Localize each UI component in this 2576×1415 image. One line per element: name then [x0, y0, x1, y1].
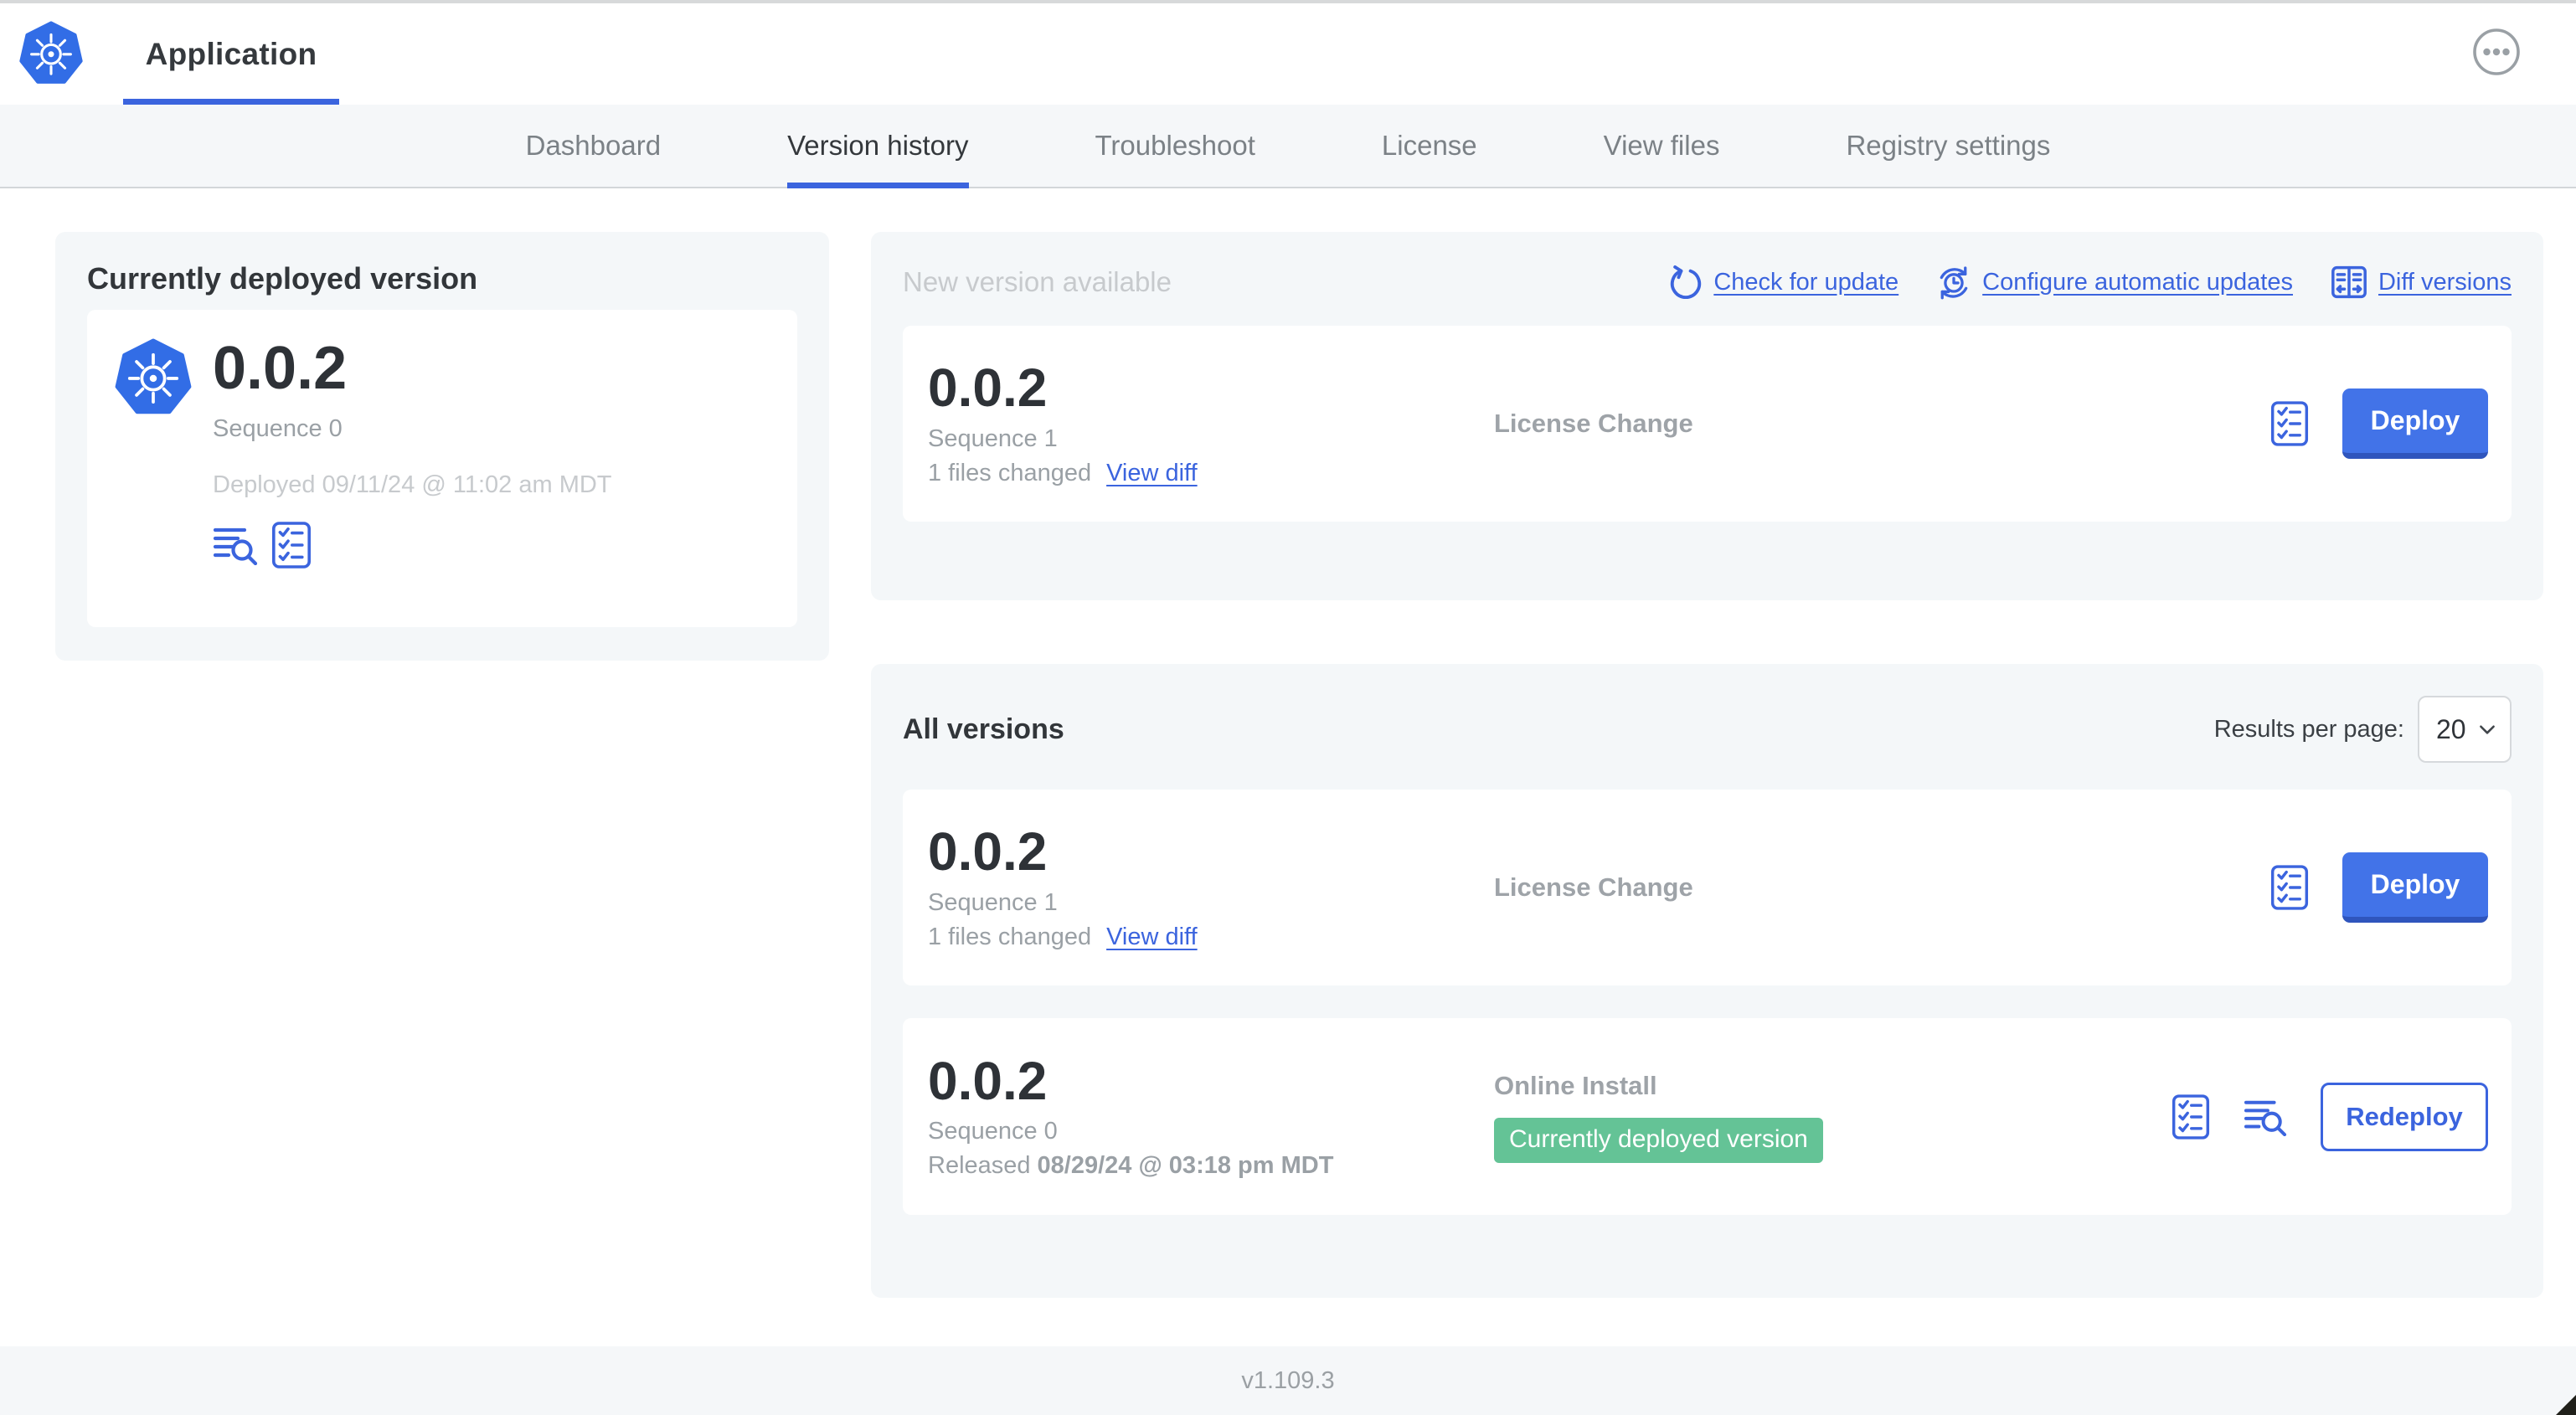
version-number: 0.0.2	[928, 358, 1048, 419]
deployed-version-card: 0.0.2 Sequence 0 Deployed 09/11/24 @ 11:…	[87, 310, 797, 627]
version-source: License Change	[1494, 409, 1693, 438]
preflight-checks-button[interactable]	[2270, 400, 2309, 447]
tab-version-history[interactable]: Version history	[787, 105, 969, 188]
deployed-timestamp: Deployed 09/11/24 @ 11:02 am MDT	[213, 471, 612, 498]
deploy-logs-button[interactable]	[213, 525, 258, 565]
version-sequence: Sequence 0	[928, 1118, 1058, 1145]
kubernetes-app-icon	[114, 338, 193, 417]
preflight-checks-button[interactable]	[271, 521, 312, 569]
redeploy-button[interactable]: Redeploy	[2321, 1082, 2488, 1151]
tab-registry-settings[interactable]: Registry settings	[1846, 105, 2050, 187]
new-version-title: New version available	[903, 266, 1172, 297]
configure-automatic-updates-link[interactable]: Configure automatic updates	[1935, 264, 2293, 301]
deploy-logs-button[interactable]	[2244, 1098, 2287, 1136]
deployed-sequence: Sequence 0	[213, 415, 343, 442]
version-number: 0.0.2	[928, 1050, 1048, 1111]
results-per-page-select[interactable]: 20	[2418, 696, 2512, 763]
files-changed: 1 files changed	[928, 923, 1092, 950]
results-per-page-value: 20	[2436, 713, 2466, 744]
app-tab-active-indicator	[123, 99, 339, 105]
version-source: License Change	[1494, 872, 1693, 902]
auto-update-icon	[1935, 264, 1972, 301]
main-content: Currently deployed version 0.0.2 Sequenc…	[0, 190, 2576, 1346]
currently-deployed-title: Currently deployed version	[87, 261, 478, 296]
deploy-button[interactable]: Deploy	[2342, 388, 2488, 459]
results-per-page-label: Results per page:	[2213, 715, 2404, 743]
version-row: 0.0.2 Sequence 1 1 files changed View di…	[903, 790, 2512, 985]
new-version-card: 0.0.2 Sequence 1 1 files changed View di…	[903, 326, 2512, 522]
app-manager-version: v1.109.3	[1241, 1366, 1335, 1394]
cursor-artifact	[2556, 1395, 2576, 1415]
deploy-button[interactable]: Deploy	[2342, 852, 2488, 923]
deployed-version-number: 0.0.2	[213, 335, 348, 402]
app-subnav: Dashboard Version history Troubleshoot L…	[0, 105, 2576, 188]
tab-view-files[interactable]: View files	[1604, 105, 1720, 187]
version-sequence: Sequence 1	[928, 888, 1058, 916]
released-timestamp: 08/29/24 @ 03:18 pm MDT	[1037, 1152, 1334, 1180]
currently-deployed-badge: Currently deployed version	[1494, 1117, 1823, 1163]
overflow-menu-button[interactable]	[2472, 28, 2521, 76]
all-versions-title: All versions	[903, 713, 1064, 745]
check-for-update-link[interactable]: Check for update	[1668, 265, 1899, 300]
preflight-checks-button[interactable]	[2172, 1093, 2210, 1140]
page-footer: v1.109.3	[0, 1346, 2576, 1415]
version-source: Online Install	[1494, 1070, 1657, 1100]
new-version-panel: New version available Check for update C…	[871, 232, 2543, 600]
app-header: Application	[0, 3, 2576, 105]
view-diff-link[interactable]: View diff	[1106, 924, 1198, 951]
version-sequence: Sequence 1	[928, 424, 1058, 452]
tab-license[interactable]: License	[1382, 105, 1477, 187]
version-row: 0.0.2 Sequence 0 Released 08/29/24 @ 03:1…	[903, 1018, 2512, 1215]
tab-troubleshoot[interactable]: Troubleshoot	[1095, 105, 1255, 187]
released-label: Released	[928, 1152, 1031, 1180]
files-changed: 1 files changed	[928, 459, 1092, 486]
kubernetes-logo-icon	[18, 20, 84, 87]
all-versions-panel: All versions Results per page: 20 0.0.2 …	[871, 664, 2543, 1298]
diff-icon	[2330, 265, 2368, 300]
window-top-edge	[0, 0, 2576, 3]
preflight-checks-button[interactable]	[2270, 864, 2309, 911]
tab-dashboard[interactable]: Dashboard	[526, 105, 661, 187]
app-tab-label: Application	[145, 36, 317, 71]
refresh-icon	[1668, 265, 1703, 300]
chevron-down-icon	[2476, 718, 2498, 740]
version-number: 0.0.2	[928, 821, 1048, 882]
currently-deployed-panel: Currently deployed version 0.0.2 Sequenc…	[55, 232, 829, 661]
view-diff-link[interactable]: View diff	[1106, 460, 1198, 487]
app-window: Application Dashboard Version history Tr…	[0, 0, 2576, 1415]
diff-versions-link[interactable]: Diff versions	[2330, 265, 2512, 300]
app-tab[interactable]: Application	[123, 3, 339, 105]
